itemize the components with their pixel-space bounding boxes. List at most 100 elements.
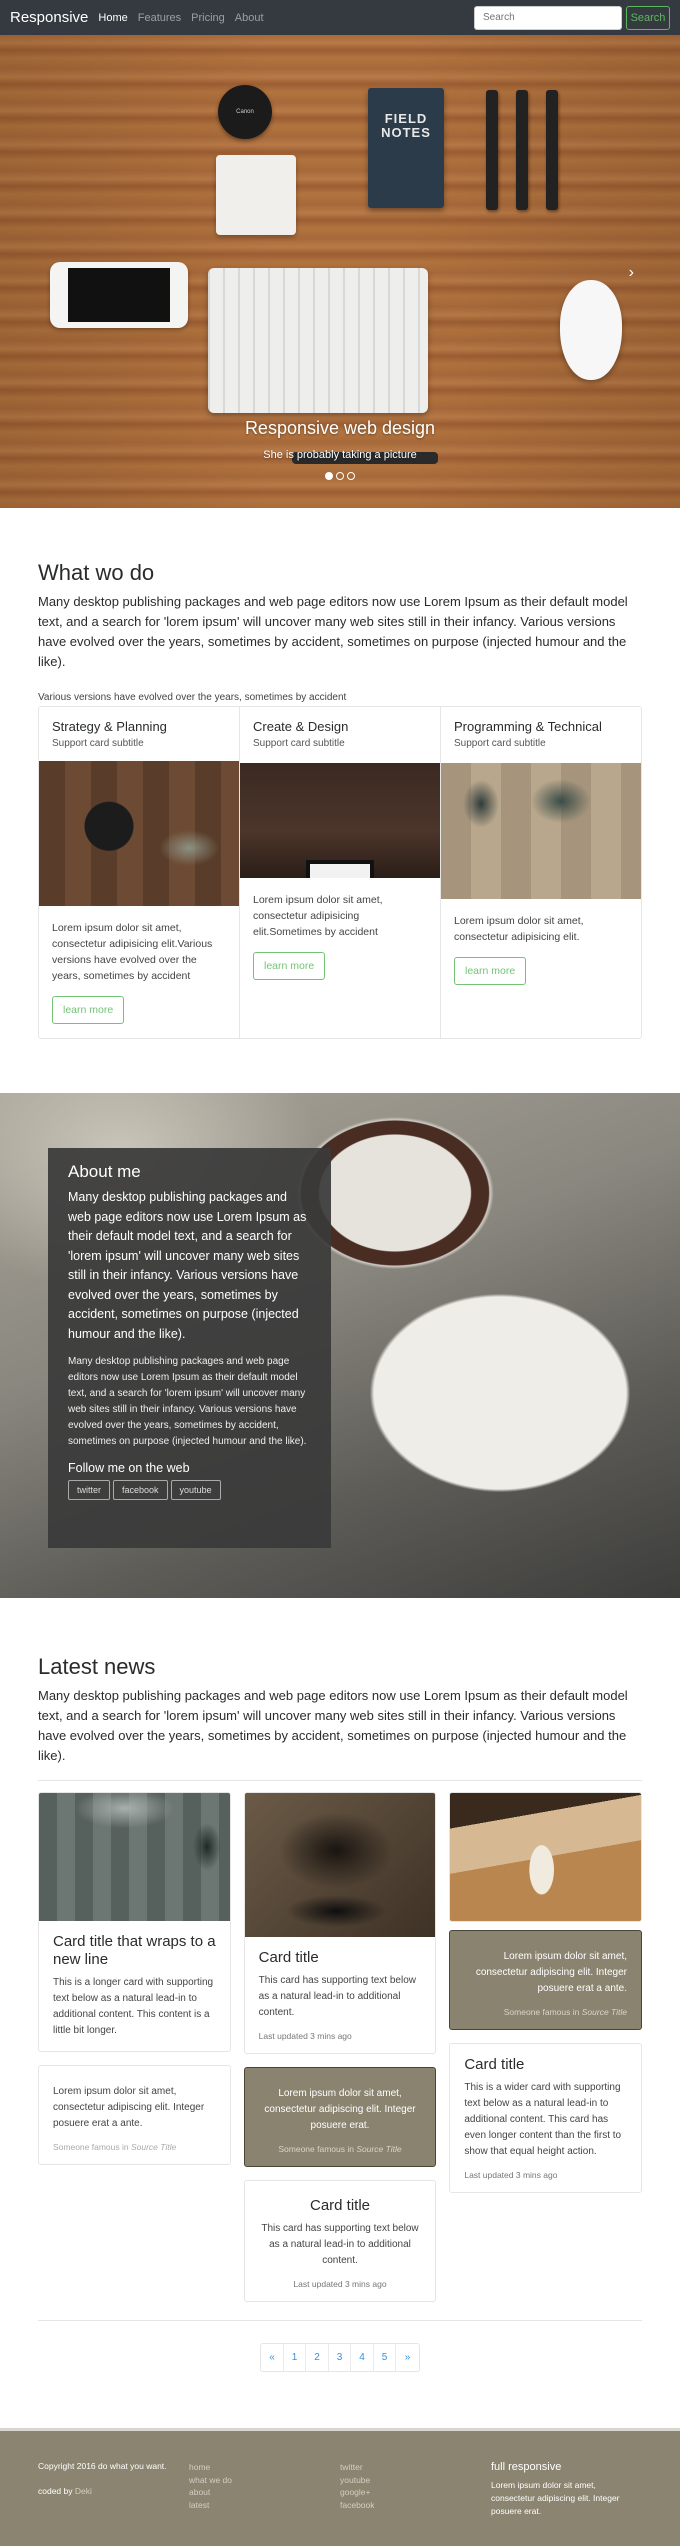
keyboard-image [208,268,428,413]
page-next[interactable]: » [396,2344,419,2371]
about-title: About me [68,1162,141,1181]
youtube-button[interactable]: youtube [170,1480,221,1500]
footer-link-home[interactable]: home [189,2461,340,2474]
brand-logo[interactable]: Responsive [10,9,88,26]
card-title: Card title that wraps to a new line [53,1933,216,1968]
card-text: Lorem ipsum dolor sit amet, consectetur … [253,894,383,938]
quote-source: Source Title [356,2144,402,2154]
learn-more-button[interactable]: learn more [52,996,125,1024]
card-timestamp: Last updated 3 mins ago [464,2170,558,2180]
about-text: Many desktop publishing packages and web… [68,1356,307,1447]
page-2[interactable]: 2 [306,2344,329,2371]
carousel-next-icon[interactable]: › [629,264,634,282]
follow-title: Follow me on the web [68,1461,190,1475]
news-card: Card title that wraps to a new line This… [38,1792,231,2052]
card-text: Lorem ipsum dolor sit amet, consectetur … [454,915,584,943]
quote-source: Source Title [581,2007,628,2017]
pagination: « 1 2 3 4 5 » [260,2343,420,2372]
section-lead: Many desktop publishing packages and web… [38,1688,628,1763]
news-card: Card title This card has supporting text… [243,2180,437,2302]
quote-author: Someone famous in [53,2142,131,2152]
footer-about-column: full responsive Lorem ipsum dolor sit am… [491,2461,642,2546]
coded-by: coded by Deki [38,2485,189,2498]
section-title: What wo do [38,560,155,585]
quote-author: Someone famous in [503,2007,582,2017]
facebook-button[interactable]: facebook [113,1480,168,1500]
carousel-caption: Responsive web design She is probably ta… [0,418,680,461]
search-button[interactable]: Search [626,5,670,30]
quote-text: Lorem ipsum dolor sit amet, consectetur … [264,2088,416,2131]
coded-by-label: coded by [38,2486,75,2496]
nav-home[interactable]: Home [98,12,127,24]
card-text: Lorem ipsum dolor sit amet, consectetur … [52,922,213,982]
news-card: Card title This is a wider card with sup… [449,2043,643,2193]
nav-pricing[interactable]: Pricing [191,12,225,24]
typewriter-image [441,763,641,899]
footer-about-text: Lorem ipsum dolor sit amet, consectetur … [491,2480,620,2516]
page-5[interactable]: 5 [374,2344,397,2371]
footer-link-google-plus[interactable]: google+ [340,2486,491,2499]
footer-link-what-we-do[interactable]: what we do [189,2474,340,2487]
carousel-indicators [0,472,680,480]
news-card-image [449,1792,643,1922]
copyright-text: Copyright 2016 do what you want. [38,2461,167,2471]
footer-link-twitter[interactable]: twitter [340,2461,491,2474]
learn-more-button[interactable]: learn more [253,952,326,980]
author-link[interactable]: Deki [75,2486,92,2496]
card-text: This is a longer card with supporting te… [53,1977,214,2036]
caption-text: She is probably taking a picture [263,449,417,461]
pen-image [486,90,498,210]
card-title: Programming & Technical [454,719,602,734]
pen-image [546,90,558,210]
quote-author: Someone famous in [278,2144,357,2154]
news-column: Card title This card has supporting text… [243,1792,437,2302]
field-notes-image: FIELD NOTES [368,88,444,208]
service-card: Programming & Technical Support card sub… [441,707,641,1038]
page-1[interactable]: 1 [284,2344,307,2371]
footer-link-facebook[interactable]: facebook [340,2499,491,2512]
quote-footer: Someone famous in Source Title [259,2144,422,2154]
card-title: Strategy & Planning [52,719,167,734]
page-4[interactable]: 4 [351,2344,374,2371]
carousel-prev-icon[interactable]: ‹ [46,264,51,282]
lens-cap-image: Canon [218,85,272,139]
news-card-columns: Card title that wraps to a new line This… [38,1792,643,2302]
footer-link-latest[interactable]: latest [189,2499,340,2512]
nav-features[interactable]: Features [138,12,181,24]
news-card: Card title This card has supporting text… [243,1792,437,2054]
navbar: Responsive Home Features Pricing About S… [0,0,680,35]
carousel-indicator[interactable] [347,472,355,480]
card-text: This is a wider card with supporting tex… [464,2082,622,2157]
footer-copyright-column: Copyright 2016 do what you want. coded b… [38,2461,189,2546]
page-3[interactable]: 3 [329,2344,352,2371]
about-panel: About me Many desktop publishing package… [48,1148,331,1548]
quote-text: Lorem ipsum dolor sit amet, consectetur … [53,2086,205,2129]
desk-image [240,763,440,878]
card-title: Card title [464,2056,525,2073]
service-card: Strategy & Planning Support card subtitl… [39,707,240,1038]
footer-link-about[interactable]: about [189,2486,340,2499]
quote-footer: Someone famous in Source Title [464,2007,627,2017]
divider [38,1780,642,1781]
quote-source: Source Title [130,2142,177,2152]
nav-about[interactable]: About [235,12,264,24]
service-card: Create & Design Support card subtitle Lo… [240,707,441,1038]
page-prev[interactable]: « [261,2344,284,2371]
section-note: Various versions have evolved over the y… [38,692,347,703]
quote-footer: Someone famous in Source Title [53,2142,216,2152]
footer-social-links: twitter youtube google+ facebook [340,2461,491,2546]
quote-text: Lorem ipsum dolor sit amet, consectetur … [475,1951,628,1994]
search-input[interactable] [474,5,622,30]
latest-news-section: Latest news Many desktop publishing pack… [0,1598,680,2428]
twitter-button[interactable]: twitter [68,1480,111,1500]
footer-link-youtube[interactable]: youtube [340,2474,491,2487]
footer: Copyright 2016 do what you want. coded b… [0,2428,680,2546]
about-section: About me Many desktop publishing package… [0,1093,680,1598]
carousel-indicator[interactable] [336,472,344,480]
carousel-indicator[interactable] [325,472,333,480]
card-text: This card has supporting text below as a… [261,2223,419,2266]
service-card-group: Strategy & Planning Support card subtitl… [38,706,642,1039]
pen-image [516,90,528,210]
card-title: Create & Design [253,719,349,734]
learn-more-button[interactable]: learn more [454,957,527,985]
